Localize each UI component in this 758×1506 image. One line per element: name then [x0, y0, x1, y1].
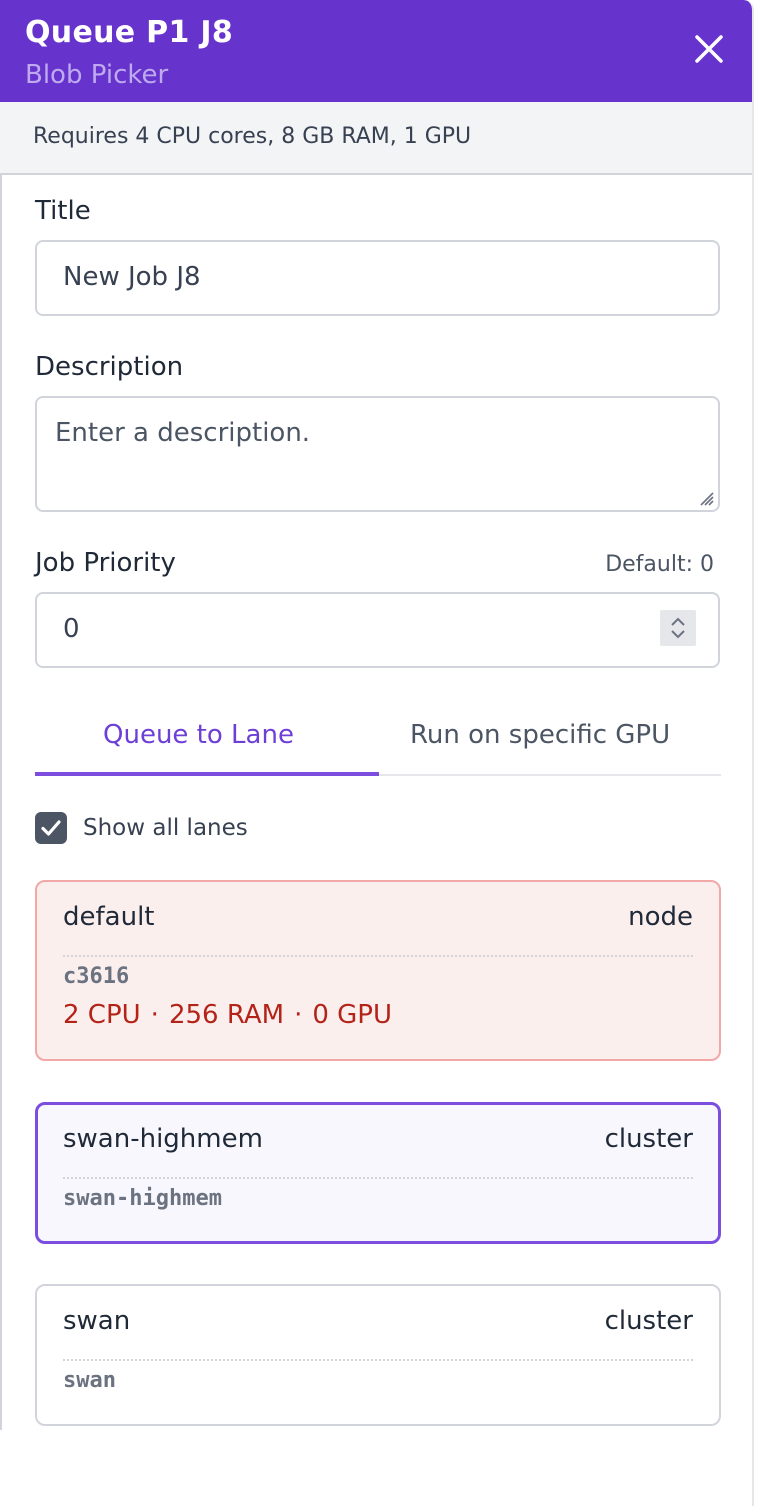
priority-field[interactable] [35, 592, 720, 668]
active-tab-indicator [35, 772, 379, 776]
title-label: Title [35, 196, 91, 226]
title-input[interactable] [61, 261, 694, 293]
separator-dot: · [150, 1000, 159, 1030]
lane-cpu: 2 CPU [63, 1000, 141, 1030]
separator-dot: · [294, 1000, 303, 1030]
panel-title: Queue P1 J8 [25, 15, 233, 50]
description-textarea[interactable] [53, 416, 702, 486]
close-button[interactable] [690, 30, 728, 68]
show-all-lanes-label[interactable]: Show all lanes [83, 815, 248, 841]
lane-gpu: 0 GPU [312, 1000, 392, 1030]
priority-stepper[interactable] [660, 610, 696, 646]
lane-id: swan-highmem [63, 1186, 222, 1211]
close-icon [695, 35, 723, 63]
lane-type: cluster [604, 1124, 693, 1154]
requirements-text: Requires 4 CPU cores, 8 GB RAM, 1 GPU [33, 124, 472, 149]
lane-divider [63, 1177, 693, 1179]
lane-type: node [628, 902, 693, 932]
requirements-bar: Requires 4 CPU cores, 8 GB RAM, 1 GPU [0, 102, 752, 175]
description-label: Description [35, 352, 184, 382]
lane-name: default [63, 902, 155, 932]
lane-mode-tabs: Queue to Lane Run on specific GPU [35, 700, 721, 776]
priority-label: Job Priority [35, 548, 176, 578]
lane-ram: 256 RAM [168, 1000, 285, 1030]
lane-divider [63, 1359, 693, 1361]
panel-header: Queue P1 J8 Blob Picker [0, 0, 752, 102]
lane-name: swan [63, 1306, 131, 1336]
lane-card-swan-highmem[interactable]: swan-highmem cluster swan-highmem [35, 1102, 721, 1244]
tab-queue-to-lane[interactable]: Queue to Lane [103, 720, 294, 750]
panel-subtitle: Blob Picker [25, 60, 169, 90]
checkmark-icon [41, 820, 61, 836]
resize-grip-icon[interactable] [695, 487, 715, 507]
panel-left-border [0, 175, 2, 1430]
lane-type: cluster [604, 1306, 693, 1336]
priority-default-hint: Default: 0 [605, 552, 714, 577]
lane-id: swan [63, 1368, 116, 1393]
show-all-lanes-checkbox[interactable] [35, 812, 67, 844]
lane-resources: 2 CPU · 256 RAM · 0 GPU [63, 1000, 392, 1030]
lane-card-default[interactable]: default node c3616 2 CPU · 256 RAM · 0 GPU [35, 880, 721, 1061]
queue-job-panel: Queue P1 J8 Blob Picker Requires 4 CPU c… [0, 0, 754, 1506]
stepper-arrows-icon [671, 617, 685, 639]
lane-card-swan[interactable]: swan cluster swan [35, 1284, 721, 1426]
tab-run-on-specific-gpu[interactable]: Run on specific GPU [410, 720, 670, 750]
title-field[interactable] [35, 240, 720, 316]
description-field[interactable] [35, 396, 720, 512]
lane-name: swan-highmem [63, 1124, 263, 1154]
lane-divider [63, 955, 693, 957]
lane-id: c3616 [63, 964, 130, 989]
priority-input[interactable] [61, 613, 621, 645]
